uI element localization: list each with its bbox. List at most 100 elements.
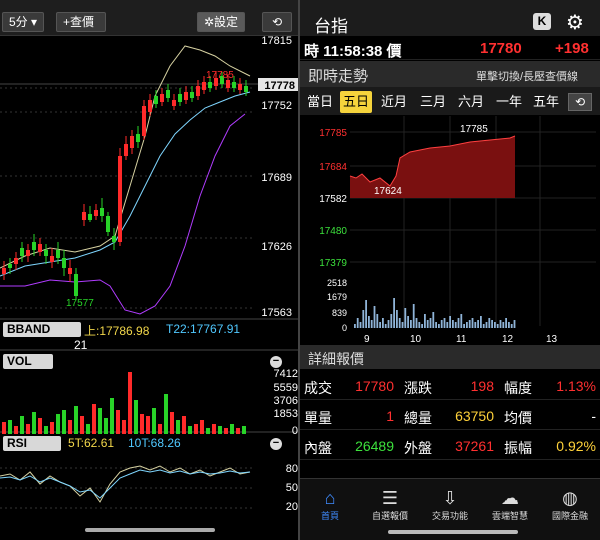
- k-chart-button[interactable]: K: [533, 13, 551, 30]
- trend-vol-bar: [480, 316, 482, 328]
- tab-1month[interactable]: 近月: [378, 91, 410, 113]
- rotate-icon[interactable]: ⟲: [568, 93, 592, 111]
- list-icon: ☰: [381, 488, 399, 508]
- detail-value: 17780: [355, 378, 394, 394]
- vol-bar: [122, 420, 126, 434]
- trend-vol-bar: [390, 314, 393, 328]
- bband-label[interactable]: BBAND: [3, 322, 81, 337]
- trend-vol-bar: [438, 324, 440, 328]
- trend-section-header: 即時走勢 單擊切換/長壓查價線: [300, 61, 600, 87]
- tab-1year[interactable]: 一年: [493, 91, 525, 113]
- vol-bar: [176, 420, 180, 434]
- add-quote-button[interactable]: +查價: [56, 12, 106, 32]
- trend-vol-bar: [468, 320, 471, 328]
- vol-bar: [74, 406, 78, 434]
- detail-section-title: 詳細報價: [308, 351, 364, 367]
- trend-vol-bar: [356, 318, 359, 328]
- vol-bar: [206, 428, 210, 434]
- candle-body: [2, 268, 6, 274]
- trend-vol-bar: [449, 316, 451, 328]
- trend-vol-bar: [466, 322, 468, 328]
- candle-body: [172, 100, 176, 106]
- rsi-axis-label: 50: [286, 482, 298, 494]
- detail-value: 26489: [355, 438, 394, 454]
- trend-vol-bar: [415, 318, 418, 328]
- price-axis-label: 17689: [261, 172, 292, 184]
- interval-selector[interactable]: 5分 ▾: [2, 12, 44, 32]
- globe-icon: ◍: [562, 488, 578, 508]
- vol-bar: [92, 404, 96, 434]
- tab-5day[interactable]: 五日: [340, 91, 372, 113]
- trend-vol-bar: [424, 314, 426, 328]
- home-indicator: [85, 528, 215, 532]
- gear-icon[interactable]: ⚙: [566, 10, 584, 35]
- vol-bar: [146, 416, 150, 434]
- trend-vol-bar: [460, 314, 463, 328]
- nav-item-globe[interactable]: ◍ 國際金融: [540, 487, 600, 522]
- detail-label: 成交: [304, 380, 332, 396]
- candle-body: [244, 86, 248, 92]
- current-price-tag: 17778: [264, 80, 295, 92]
- rsi-label[interactable]: RSI: [3, 436, 61, 451]
- left-chart-pane: 5分 ▾ +查價 ✲設定 ⟲ 17815 17778 17752 17689 17626…: [0, 0, 298, 540]
- nav-item-trade[interactable]: ⇩ 交易功能: [420, 487, 480, 522]
- candlestick-chart[interactable]: 1781517778177521768917626175631777817785…: [0, 36, 298, 540]
- vol-axis-label: 7412: [274, 368, 298, 380]
- settings-button[interactable]: ✲設定: [197, 12, 245, 32]
- detail-row: 成交 17780 漲跌 198 幅度 1.13%: [300, 372, 600, 400]
- trend-vol-bar: [457, 318, 460, 328]
- vol-collapse-icon[interactable]: −: [270, 356, 282, 368]
- rotate-icon[interactable]: ⟲: [262, 12, 292, 32]
- tab-6month[interactable]: 六月: [455, 91, 487, 113]
- trend-vol-bar: [404, 308, 407, 328]
- candle-body: [202, 82, 206, 90]
- rsi-10t-line: [0, 469, 251, 499]
- tab-3month[interactable]: 三月: [417, 91, 449, 113]
- nav-label: 國際金融: [551, 511, 588, 521]
- price-axis-label: 17563: [261, 307, 292, 319]
- price-axis-label: 17815: [261, 36, 292, 47]
- instrument-title: 台指: [314, 17, 348, 36]
- trend-vol-bar: [477, 320, 479, 328]
- rsi-5t-value: 5T:62.61: [68, 436, 115, 450]
- nav-item-cloud[interactable]: ☁ 雲端智慧: [480, 487, 540, 522]
- tab-today[interactable]: 當日: [304, 91, 336, 113]
- rsi-axis-label: 80: [286, 463, 298, 475]
- candle-body: [226, 80, 230, 88]
- vol-bar: [116, 410, 120, 434]
- vol-bar: [128, 372, 132, 434]
- candle-body: [142, 106, 146, 136]
- candle-body: [68, 268, 72, 274]
- vol-bar: [164, 394, 168, 434]
- trend-high-label: 17785: [460, 124, 488, 135]
- intraday-trend-chart[interactable]: 17785 17684 17582 17480 17379 17785 17624 2518 1…: [300, 116, 600, 345]
- trend-low-label: 17624: [374, 186, 402, 197]
- vol-bar: [188, 426, 192, 434]
- vol-bar: [104, 418, 108, 434]
- vol-bar: [50, 422, 54, 434]
- trend-vol-axis-label: 0: [342, 323, 347, 333]
- trend-date-label: 11: [456, 334, 467, 345]
- candle-body: [112, 236, 116, 242]
- trend-vol-bar: [474, 322, 477, 328]
- candle-body: [208, 82, 212, 88]
- cloud-icon: ☁: [501, 488, 519, 508]
- candle-body: [166, 90, 170, 98]
- detail-value: 63750: [455, 408, 494, 424]
- detail-section-header: 詳細報價: [300, 345, 600, 369]
- trend-vol-bar: [384, 324, 387, 328]
- vol-label[interactable]: VOL: [3, 354, 53, 369]
- tab-5year[interactable]: 五年: [530, 91, 562, 113]
- trend-vol-bar: [396, 310, 398, 328]
- rsi-collapse-icon[interactable]: −: [270, 438, 282, 450]
- trend-axis-label: 17379: [319, 258, 347, 269]
- vol-bar: [2, 422, 6, 434]
- nav-item-list[interactable]: ☰ 自選報價: [360, 487, 420, 522]
- detail-label: 單量: [304, 410, 332, 426]
- trend-vol-bar: [505, 318, 507, 328]
- nav-item-home[interactable]: ⌂ 首頁: [300, 487, 360, 522]
- detail-label: 內盤: [304, 440, 332, 456]
- trend-vol-bar: [368, 316, 370, 328]
- trend-vol-bar: [496, 324, 499, 328]
- vol-bar: [200, 420, 204, 434]
